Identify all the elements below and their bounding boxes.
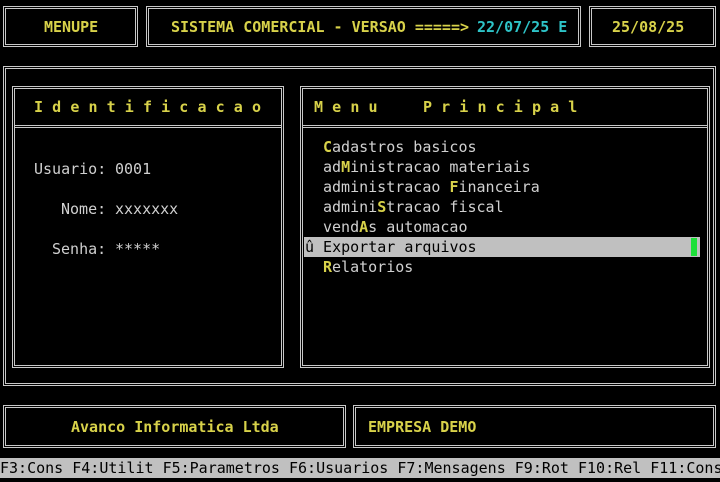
menu-item-label: tracao fiscal [386, 198, 504, 216]
menu-item-label: adastros basicos [332, 138, 477, 156]
menu-item-label: inistracao materiais [350, 158, 531, 176]
identification-title: I d e n t i f i c a c a o [34, 98, 262, 116]
company-box: Avanco Informatica Ltda [3, 405, 346, 448]
menu-item-label: elatorios [332, 258, 414, 276]
menu-item-label: administracao [323, 178, 450, 196]
company-name: Avanco Informatica Ltda [71, 418, 279, 436]
user-value[interactable]: 0001 [115, 159, 151, 179]
enterprise-box: EMPRESA DEMO [353, 405, 716, 448]
program-name-box: MENUPE [3, 6, 138, 47]
date-box: 25/08/25 [589, 6, 716, 47]
enterprise-name: EMPRESA DEMO [368, 418, 477, 436]
user-label: Usuario: [34, 160, 107, 178]
name-label: Nome: [61, 200, 107, 218]
fkey-f6[interactable]: F6:Usuarios [289, 458, 388, 478]
menu-item-exportar-selected[interactable]: û Exportar arquivos [304, 237, 700, 257]
main-menu-title: M e n u P r i n c i p a l [314, 98, 578, 116]
fkey-f3[interactable]: F3:Cons [0, 458, 63, 478]
menu-item-materiais[interactable]: adMinistracao materiais [323, 157, 531, 177]
main-menu-title-divider [303, 125, 707, 128]
menu-item-label: û Exportar arquivos [305, 238, 477, 256]
menu-item-label: s automacao [368, 218, 468, 236]
name-value[interactable]: xxxxxxx [115, 199, 178, 219]
menu-item-label: admini [323, 198, 378, 216]
menu-hotkey: C [323, 138, 333, 156]
text-cursor [691, 238, 697, 256]
fkey-f10[interactable]: F10:Rel [578, 458, 641, 478]
fkey-f11[interactable]: F11:Cons [650, 458, 720, 478]
system-title-box: SISTEMA COMERCIAL - VERSAO =====> 22/07/… [146, 6, 581, 47]
fkey-f4[interactable]: F4:Utilit [72, 458, 153, 478]
menu-hotkey: S [377, 198, 387, 216]
function-key-bar: F3:Cons F4:Utilit F5:Parametros F6:Usuar… [0, 458, 720, 478]
current-date: 25/08/25 [612, 18, 685, 36]
fkey-f7[interactable]: F7:Mensagens [397, 458, 505, 478]
fkey-f5[interactable]: F5:Parametros [163, 458, 280, 478]
system-version: 22/07/25 E [477, 18, 568, 36]
identification-title-divider [15, 125, 281, 128]
password-label: Senha: [52, 240, 107, 258]
menu-hotkey: R [323, 258, 333, 276]
menu-item-financeira[interactable]: administracao Financeira [323, 177, 540, 197]
menu-item-automacao[interactable]: vendAs automacao [323, 217, 468, 237]
fkey-f9[interactable]: F9:Rot [515, 458, 569, 478]
identification-panel: I d e n t i f i c a c a o Usuario: 0001 … [12, 86, 284, 368]
menu-hotkey: M [341, 158, 351, 176]
menu-item-label: vend [323, 218, 360, 236]
menu-item-label: ad [323, 158, 342, 176]
program-name: MENUPE [44, 18, 99, 36]
menu-item-label: inanceira [458, 178, 540, 196]
system-title: SISTEMA COMERCIAL - VERSAO =====> [171, 18, 470, 36]
menu-item-fiscal[interactable]: adminiStracao fiscal [323, 197, 504, 217]
menu-item-cadastros[interactable]: Cadastros basicos [323, 137, 477, 157]
password-value[interactable]: ***** [115, 239, 160, 259]
menu-item-relatorios[interactable]: Relatorios [323, 257, 413, 277]
menu-hotkey: A [359, 218, 369, 236]
